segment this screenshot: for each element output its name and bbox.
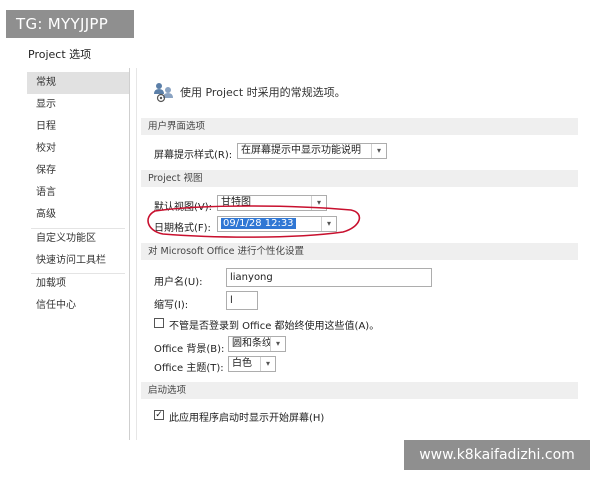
sidebar-item-save[interactable]: 保存 [27,160,129,182]
options-sidebar: 常规 显示 日程 校对 保存 语言 高级 自定义功能区 快速访问工具栏 加载项 … [27,68,130,440]
username-label: 用户名(U): [154,277,203,288]
office-background-label: Office 背景(B): [154,344,225,355]
sidebar-item-advanced[interactable]: 高级 [27,204,129,226]
section-ui-options: 用户界面选项 [141,118,578,135]
office-theme-label: Office 主题(T): [154,363,224,374]
office-theme-dropdown[interactable]: 白色 ▾ [228,356,276,372]
office-background-value: 圆和条纹 [232,338,272,349]
initials-label: 缩写(I): [154,300,189,311]
office-background-dropdown[interactable]: 圆和条纹 ▾ [228,336,286,352]
page-heading: 使用 Project 时采用的常规选项。 [180,86,346,99]
chevron-down-icon: ▾ [260,357,275,371]
dialog-title: Project 选项 [28,48,92,61]
sidebar-item-general[interactable]: 常规 [27,72,129,94]
screentip-style-label: 屏幕提示样式(R): [154,150,233,161]
section-project-view: Project 视图 [141,170,578,187]
always-use-checkbox[interactable] [154,318,164,328]
section-personalize: 对 Microsoft Office 进行个性化设置 [141,243,578,260]
watermark-top: TG: MYYJJPP [6,10,134,38]
office-theme-value: 白色 [232,358,252,369]
username-input[interactable]: lianyong [226,268,432,287]
show-start-screen-label: 此应用程序启动时显示开始屏幕(H) [169,413,325,424]
screentip-style-value: 在屏幕提示中显示功能说明 [241,145,361,156]
sidebar-item-display[interactable]: 显示 [27,94,129,116]
screentip-style-dropdown[interactable]: 在屏幕提示中显示功能说明 ▾ [237,143,387,159]
chevron-down-icon: ▾ [371,144,386,158]
sidebar-item-quick-access-toolbar[interactable]: 快速访问工具栏 [27,250,129,272]
always-use-label: 不管是否登录到 Office 都始终使用这些值(A)。 [169,321,380,332]
sidebar-item-customize-ribbon[interactable]: 自定义功能区 [27,228,129,250]
watermark-bottom: www.k8kaifadizhi.com [404,440,590,470]
sidebar-item-proofing[interactable]: 校对 [27,138,129,160]
red-annotation-circle [143,205,363,239]
people-settings-icon [153,80,175,104]
initials-input[interactable]: l [226,291,258,310]
chevron-down-icon: ▾ [270,337,285,351]
sidebar-item-addins[interactable]: 加载项 [27,273,129,295]
sidebar-item-trust-center[interactable]: 信任中心 [27,295,129,317]
sidebar-item-schedule[interactable]: 日程 [27,116,129,138]
sidebar-item-language[interactable]: 语言 [27,182,129,204]
show-start-screen-checkbox[interactable]: ✓ [154,410,164,420]
section-startup: 启动选项 [141,382,578,399]
